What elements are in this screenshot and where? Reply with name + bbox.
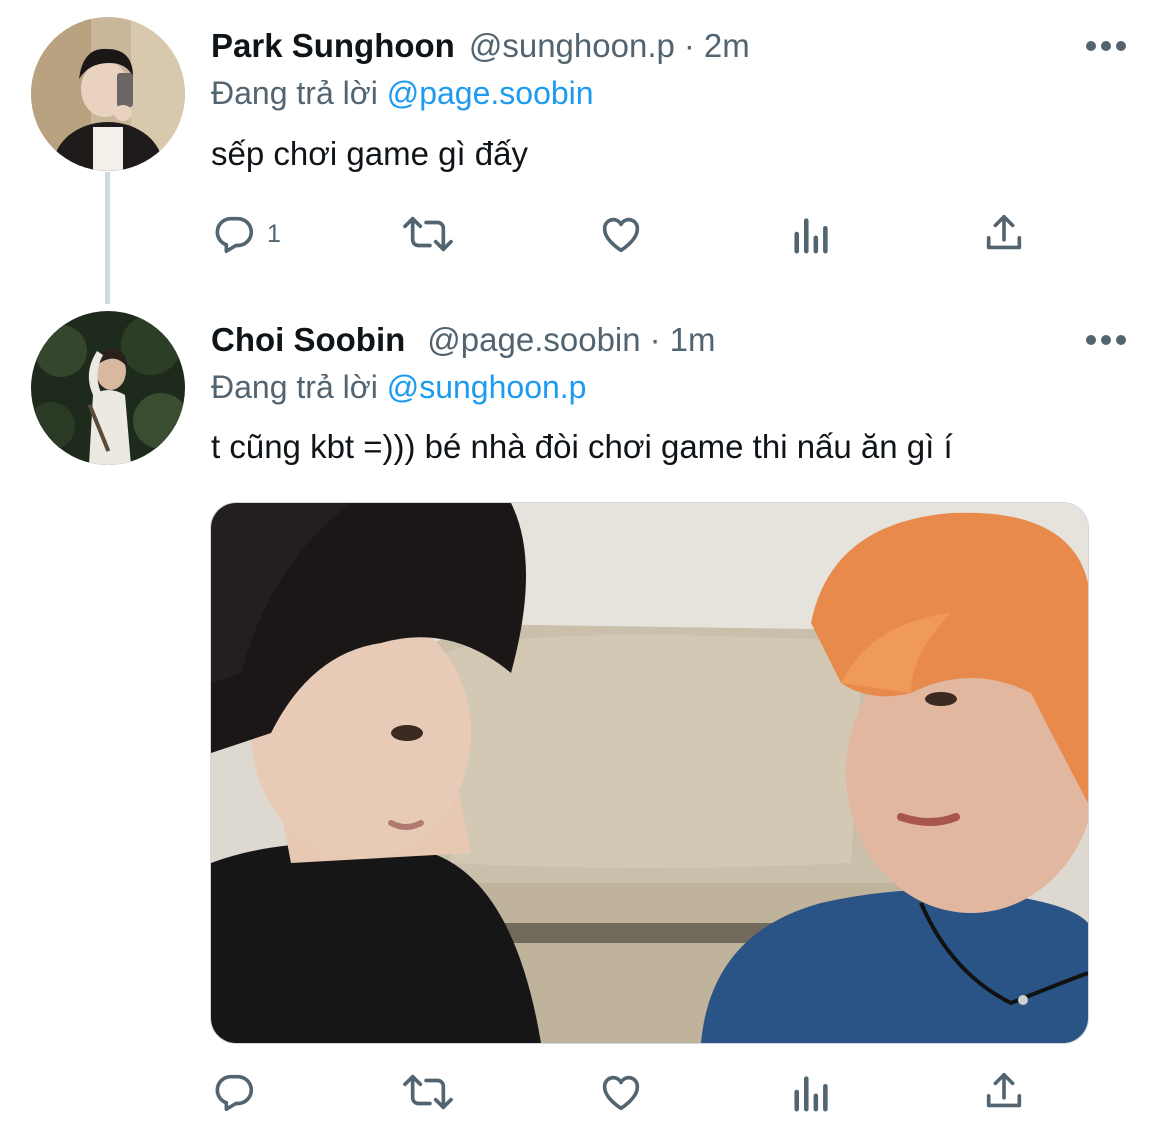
avatar[interactable] [31, 17, 185, 171]
author-name[interactable]: Choi Soobin [211, 321, 405, 359]
like-icon [602, 217, 640, 253]
reply-icon [215, 216, 254, 254]
author-handle[interactable]: @sunghoon.p [469, 27, 675, 65]
replying-to-mention[interactable]: @sunghoon.p [387, 369, 587, 405]
more-icon[interactable] [1086, 334, 1126, 346]
retweet-button[interactable] [399, 1068, 457, 1116]
timestamp[interactable]: 1m [670, 321, 716, 359]
tweet-actions: 1 [211, 210, 1041, 258]
tweet-header: Park Sunghoon @sunghoon.p · 2m [211, 24, 750, 68]
views-button[interactable] [791, 1068, 833, 1116]
replying-to: Đang trả lời @sunghoon.p [211, 369, 586, 406]
retweet-icon [403, 216, 453, 252]
timestamp[interactable]: 2m [704, 27, 750, 65]
tweet-actions [211, 1068, 1041, 1116]
replying-to-mention[interactable]: @page.soobin [387, 75, 594, 111]
avatar[interactable] [31, 311, 185, 465]
tweet-text: sếp chơi game gì đấy [211, 135, 528, 172]
like-button[interactable] [597, 210, 645, 258]
like-button[interactable] [597, 1068, 645, 1116]
retweet-button[interactable] [399, 210, 457, 258]
reply-button[interactable] [211, 1068, 267, 1116]
share-button[interactable] [981, 210, 1027, 258]
tweet-photo[interactable] [210, 502, 1089, 1044]
separator-dot: · [683, 27, 695, 64]
more-icon[interactable] [1086, 40, 1126, 52]
views-button[interactable] [791, 210, 833, 258]
views-icon [794, 218, 828, 254]
share-button[interactable] [981, 1068, 1027, 1116]
replying-to: Đang trả lời @page.soobin [211, 75, 594, 112]
retweet-icon [403, 1074, 453, 1110]
views-icon [794, 1076, 828, 1112]
separator-dot: · [649, 321, 661, 358]
replying-to-label: Đang trả lời [211, 369, 378, 405]
tweet-text: t cũng kbt =))) bé nhà đòi chơi game thi… [211, 428, 953, 465]
author-name[interactable]: Park Sunghoon [211, 27, 455, 65]
tweet-header: Choi Soobin @page.soobin · 1m [211, 318, 715, 362]
share-icon [986, 1072, 1022, 1108]
reply-icon [215, 1074, 254, 1112]
reply-button[interactable]: 1 [211, 210, 281, 258]
reply-count: 1 [267, 219, 281, 248]
thread-connector-line [105, 172, 110, 304]
author-handle[interactable]: @page.soobin [427, 321, 640, 359]
share-icon [986, 214, 1022, 250]
like-icon [602, 1075, 640, 1111]
replying-to-label: Đang trả lời [211, 75, 378, 111]
